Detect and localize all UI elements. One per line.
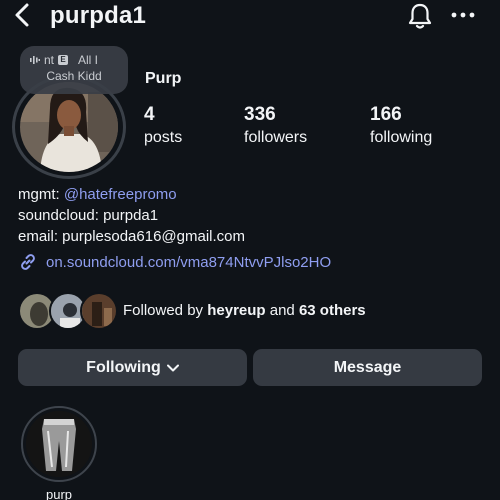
bio-email-line: email: purplesoda616@gmail.com — [18, 228, 246, 245]
stat-label: following — [370, 129, 433, 146]
explicit-icon: E — [58, 55, 69, 65]
followed-by-user: heyreup — [207, 302, 266, 319]
avatar-photo — [20, 82, 118, 172]
stat-followers[interactable]: 336 followers — [244, 104, 307, 147]
stat-posts[interactable]: 4 posts — [144, 104, 182, 147]
external-link[interactable]: on.soundcloud.com/vma874NtvvPJlso2HO — [18, 252, 331, 272]
highlight-photo — [26, 411, 92, 477]
follower-avatar-3 — [80, 292, 118, 330]
audio-wave-icon — [30, 56, 40, 64]
stat-value: 166 — [370, 104, 402, 125]
bell-icon[interactable] — [406, 2, 434, 30]
display-name: Purp — [145, 70, 182, 87]
note-track-right: All I — [78, 53, 99, 67]
profile-username: purpda1 — [50, 2, 147, 29]
music-note-bubble[interactable]: nt E All I Cash Kidd — [20, 46, 128, 94]
following-button[interactable]: Following — [18, 349, 247, 386]
stat-value: 4 — [144, 104, 155, 125]
followed-by-row[interactable]: Followed by heyreup and 63 others — [18, 292, 488, 330]
top-bar: purpda1 — [0, 0, 500, 34]
back-arrow-icon[interactable] — [10, 2, 36, 28]
followed-by-others: 63 others — [298, 302, 366, 319]
bio-mgmt-prefix: mgmt: — [18, 186, 60, 203]
external-link-text: on.soundcloud.com/vma874NtvvPJlso2HO — [46, 253, 332, 271]
message-button[interactable]: Message — [253, 349, 482, 386]
profile-bio: mgmt: @hatefreepromo soundcloud: purpda1… — [18, 184, 245, 247]
message-button-label: Message — [333, 358, 402, 376]
stat-label: followers — [244, 129, 308, 146]
stat-label: posts — [144, 129, 183, 146]
chevron-down-icon — [166, 364, 179, 371]
followed-by-text: Followed by heyreup and 63 others — [123, 302, 366, 319]
highlight-cover[interactable] — [26, 411, 92, 477]
profile-avatar[interactable] — [20, 82, 118, 172]
mgmt-mention-link[interactable]: @hatefreepromo — [64, 186, 177, 203]
stat-following[interactable]: 166 following — [370, 104, 432, 147]
more-options-icon[interactable] — [451, 11, 475, 19]
stat-value: 336 — [244, 104, 276, 125]
bio-soundcloud-line: soundcloud: purpda1 — [18, 207, 159, 224]
note-track-row: nt E All I — [30, 53, 98, 67]
link-icon — [21, 254, 35, 270]
highlight-label: purp — [45, 487, 73, 500]
following-button-label: Following — [86, 358, 161, 376]
note-artist: Cash Kidd — [46, 69, 102, 83]
followed-by-prefix: Followed by — [123, 302, 204, 319]
note-track-left: nt — [44, 53, 55, 67]
bio-mgmt-line: mgmt: @hatefreepromo — [18, 184, 245, 205]
followed-by-joiner: and — [269, 302, 295, 319]
